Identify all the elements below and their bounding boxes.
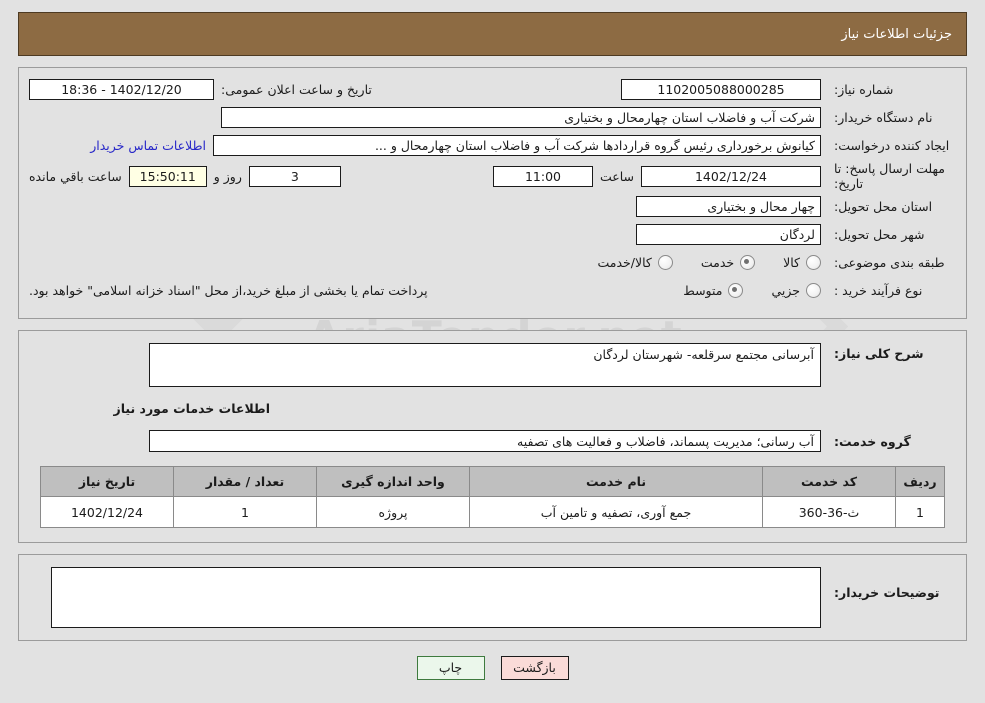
items-table: ردیف کد خدمت نام خدمت واحد اندازه گیری ت…	[40, 466, 945, 528]
province-label: استان محل تحویل:	[834, 198, 933, 214]
footer-button-bar: بازگشت چاپ	[0, 656, 985, 680]
cell-radif: 1	[895, 496, 945, 528]
city-row: شهر محل تحویل: لردگان	[29, 222, 956, 247]
process-label: نوع فرآیند خرید :	[834, 282, 923, 298]
need-number-label: شماره نیاز:	[834, 81, 894, 97]
summary-panel: شماره نیاز: 1102005088000285 تاریخ و ساع…	[18, 67, 967, 319]
page-title-bar: جزئیات اطلاعات نیاز	[18, 12, 967, 56]
page-root: جزئیات اطلاعات نیاز شماره نیاز: 11020050…	[0, 12, 985, 680]
service-group-label: گروه خدمت:	[834, 433, 911, 449]
page-title: جزئیات اطلاعات نیاز	[841, 26, 952, 42]
process-radio-jozi[interactable]	[806, 283, 821, 298]
buyer-comments-textarea[interactable]	[51, 567, 821, 628]
remaining-clock-field: 15:50:11	[128, 165, 207, 187]
city-label: شهر محل تحویل:	[834, 226, 925, 242]
column-header-service-name: نام خدمت	[469, 466, 763, 497]
service-group-row: گروه خدمت: آب رسانی؛ مدیریت پسماند، فاضل…	[29, 430, 956, 452]
column-header-unit: واحد اندازه گیری	[316, 466, 470, 497]
city-field: لردگان	[636, 224, 821, 245]
creator-row: ایجاد کننده درخواست: کیانوش برخورداری رئ…	[29, 133, 956, 158]
province-field: چهار محال و بختیاری	[636, 196, 821, 217]
general-need-row: شرح کلی نیاز: آبرسانی مجتمع سرقلعه- شهرس…	[29, 343, 956, 387]
category-label-kala-khedmat: کالا/خدمت	[597, 255, 652, 270]
column-header-service-code: کد خدمت	[762, 466, 896, 497]
category-radio-group: کالا خدمت کالا/خدمت	[597, 255, 821, 270]
deadline-date-field: 1402/12/24	[641, 165, 821, 187]
buyer-org-row: نام دستگاه خریدار: شرکت آب و فاضلاب استا…	[29, 105, 956, 130]
buyer-org-field: شرکت آب و فاضلاب استان چهارمحال و بختیار…	[221, 107, 821, 128]
treasury-note: پرداخت تمام یا بخشی از مبلغ خرید،از محل …	[29, 283, 428, 298]
description-panel: شرح کلی نیاز: آبرسانی مجتمع سرقلعه- شهرس…	[18, 330, 967, 543]
province-row: استان محل تحویل: چهار محال و بختیاری	[29, 194, 956, 219]
process-label-jozi: جزیي	[771, 283, 800, 298]
back-button[interactable]: بازگشت	[500, 656, 569, 680]
deadline-label: مهلت ارسال پاسخ: تا تاریخ:	[834, 161, 945, 191]
cell-service-name: جمع آوری، تصفیه و تامین آب	[469, 496, 763, 528]
announce-label: تاریخ و ساعت اعلان عمومی:	[221, 82, 372, 97]
comments-panel: توضیحات خریدار:	[18, 554, 967, 641]
need-number-row: شماره نیاز: 1102005088000285 تاریخ و ساع…	[29, 77, 956, 102]
deadline-time-label: ساعت	[599, 168, 634, 184]
items-table-header-row: ردیف کد خدمت نام خدمت واحد اندازه گیری ت…	[40, 466, 945, 497]
buyer-comments-row: توضیحات خریدار:	[29, 567, 956, 628]
announce-datetime-field: 1402/12/20 - 18:36	[29, 79, 214, 100]
process-radio-motavasset[interactable]	[728, 283, 744, 298]
general-need-label: شرح کلی نیاز:	[834, 346, 924, 361]
remaining-days-field: 3	[248, 165, 341, 187]
buyer-contact-link[interactable]: اطلاعات تماس خریدار	[90, 138, 206, 153]
deadline-row: مهلت ارسال پاسخ: تا تاریخ: 1402/12/24 سا…	[29, 161, 956, 191]
remaining-days-label: روز و	[213, 168, 242, 184]
buyer-org-label: نام دستگاه خریدار:	[834, 109, 933, 125]
creator-field: کیانوش برخورداری رئیس گروه قراردادها شرک…	[213, 135, 821, 156]
category-radio-kala-khedmat[interactable]	[657, 255, 673, 270]
process-row: نوع فرآیند خرید : جزیي متوسط پرداخت تمام…	[29, 278, 956, 303]
cell-service-code: ث-36-360	[762, 496, 896, 528]
column-header-need-date: تاریخ نیاز	[40, 466, 174, 497]
category-radio-kala[interactable]	[806, 255, 821, 270]
category-label-kala: کالا	[783, 255, 800, 270]
category-label: طبقه بندی موضوعی:	[834, 254, 945, 270]
print-button[interactable]: چاپ	[416, 656, 485, 680]
category-label-khedmat: خدمت	[700, 255, 735, 270]
service-group-field: آب رسانی؛ مدیریت پسماند، فاضلاب و فعالیت…	[149, 430, 821, 452]
table-row: 1 ث-36-360 جمع آوری، تصفیه و تامین آب پر…	[40, 496, 945, 528]
cell-unit: پروژه	[316, 496, 470, 528]
column-header-quantity: تعداد / مقدار	[173, 466, 317, 497]
process-radio-group: جزیي متوسط	[683, 283, 821, 298]
need-number-field: 1102005088000285	[621, 79, 821, 100]
cell-need-date: 1402/12/24	[40, 496, 174, 528]
category-radio-khedmat[interactable]	[740, 255, 756, 270]
remaining-clock-label: ساعت باقي مانده	[29, 168, 122, 184]
deadline-time-field: 11:00	[492, 165, 593, 187]
column-header-radif: ردیف	[895, 466, 945, 497]
services-section-title: اطلاعات خدمات مورد نیاز	[113, 401, 271, 416]
cell-quantity: 1	[173, 496, 317, 528]
buyer-comments-label: توضیحات خریدار:	[834, 585, 940, 600]
general-need-textarea[interactable]: آبرسانی مجتمع سرقلعه- شهرستان لردگان	[149, 343, 821, 387]
process-label-motavasset: متوسط	[683, 283, 723, 298]
category-row: طبقه بندی موضوعی: کالا خدمت کالا/خدمت	[29, 250, 956, 275]
creator-label: ایجاد کننده درخواست:	[834, 137, 950, 153]
